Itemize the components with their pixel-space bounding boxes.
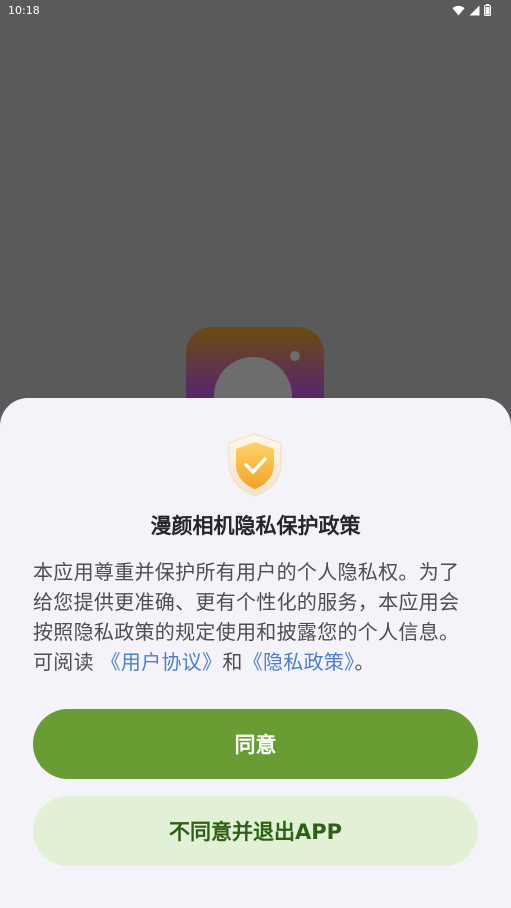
camera-flash-dot bbox=[290, 351, 300, 361]
decline-exit-button[interactable]: 不同意并退出APP bbox=[33, 796, 478, 866]
body-and-text: 和 bbox=[222, 650, 243, 674]
body-end-text: 。 bbox=[354, 650, 375, 674]
agree-button[interactable]: 同意 bbox=[33, 709, 478, 779]
battery-icon bbox=[484, 4, 491, 16]
status-bar: 10:18 bbox=[0, 0, 511, 22]
signal-icon bbox=[469, 5, 480, 15]
status-time: 10:18 bbox=[8, 4, 40, 17]
status-icons bbox=[452, 4, 491, 16]
user-agreement-link[interactable]: 《用户协议》 bbox=[101, 650, 223, 674]
dialog-body: 本应用尊重并保护所有用户的个人隐私权。为了给您提供更准确、更有个性化的服务，本应… bbox=[33, 557, 479, 677]
shield-check-icon bbox=[224, 432, 286, 498]
privacy-dialog: 漫颜相机隐私保护政策 本应用尊重并保护所有用户的个人隐私权。为了给您提供更准确、… bbox=[0, 398, 511, 908]
wifi-icon bbox=[452, 5, 465, 16]
privacy-policy-link[interactable]: 《隐私政策》 bbox=[243, 650, 355, 674]
dialog-title: 漫颜相机隐私保护政策 bbox=[150, 514, 361, 538]
